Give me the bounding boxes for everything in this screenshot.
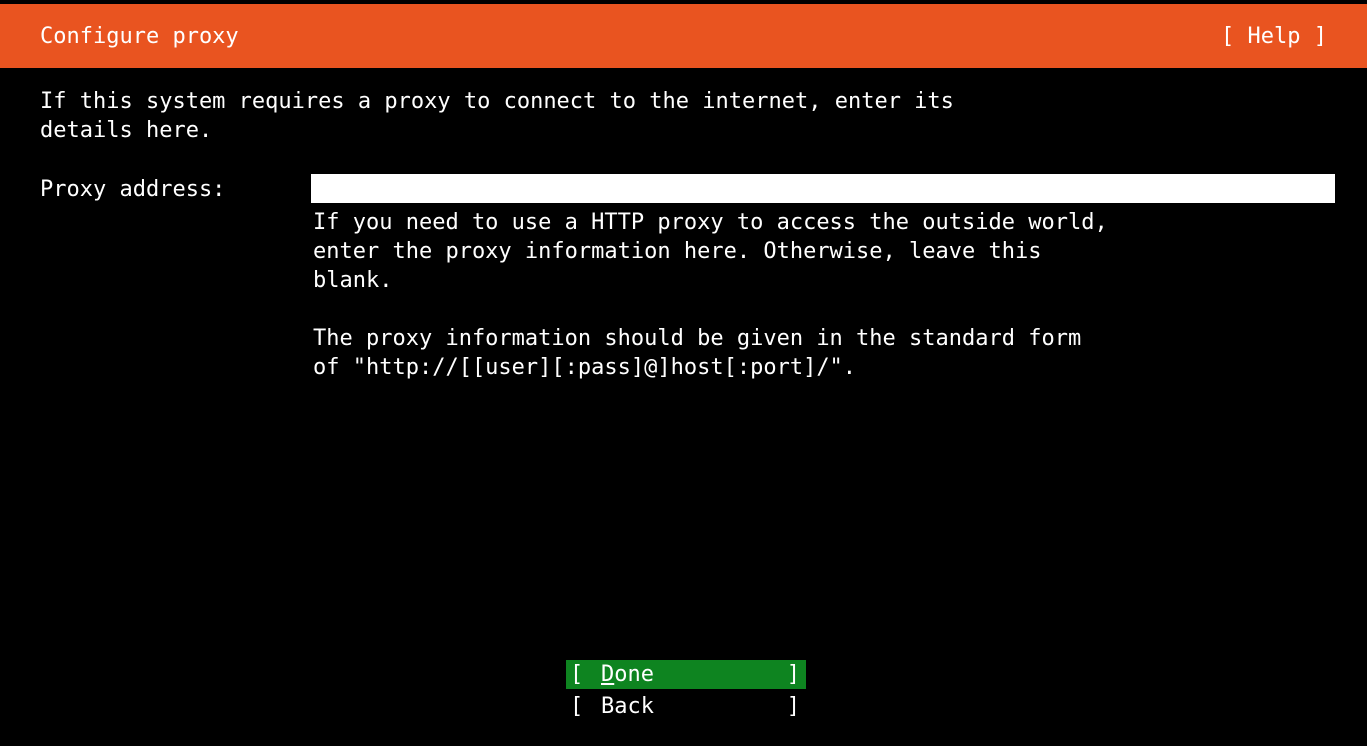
back-label: Back — [601, 694, 654, 719]
done-bracket-close: ] — [786, 662, 800, 687]
done-hotkey: D — [601, 662, 615, 687]
proxy-address-label: Proxy address: — [40, 177, 226, 202]
proxy-help: If you need to use a HTTP proxy to acces… — [313, 208, 1353, 411]
page-title: Configure proxy — [40, 23, 239, 49]
help-button[interactable]: [ Help ] — [1221, 22, 1327, 51]
done-button[interactable]: [ Done ] — [566, 660, 806, 689]
back-bracket-open: [ — [570, 694, 584, 719]
done-bracket-open: [ — [570, 662, 584, 687]
proxy-address-input[interactable] — [311, 174, 1335, 203]
done-label: Done — [601, 660, 654, 689]
proxy-format-text: The proxy information should be given in… — [313, 326, 1082, 380]
proxy-help-text: If you need to use a HTTP proxy to acces… — [313, 210, 1108, 293]
header-bar: Configure proxy [ Help ] — [0, 4, 1367, 68]
proxy-address-row: Proxy address: — [40, 174, 1335, 204]
back-button[interactable]: [ Back ] — [566, 692, 806, 721]
back-bracket-close: ] — [786, 694, 800, 719]
intro-text: If this system requires a proxy to conne… — [40, 89, 954, 143]
done-label-rest: one — [614, 662, 654, 687]
